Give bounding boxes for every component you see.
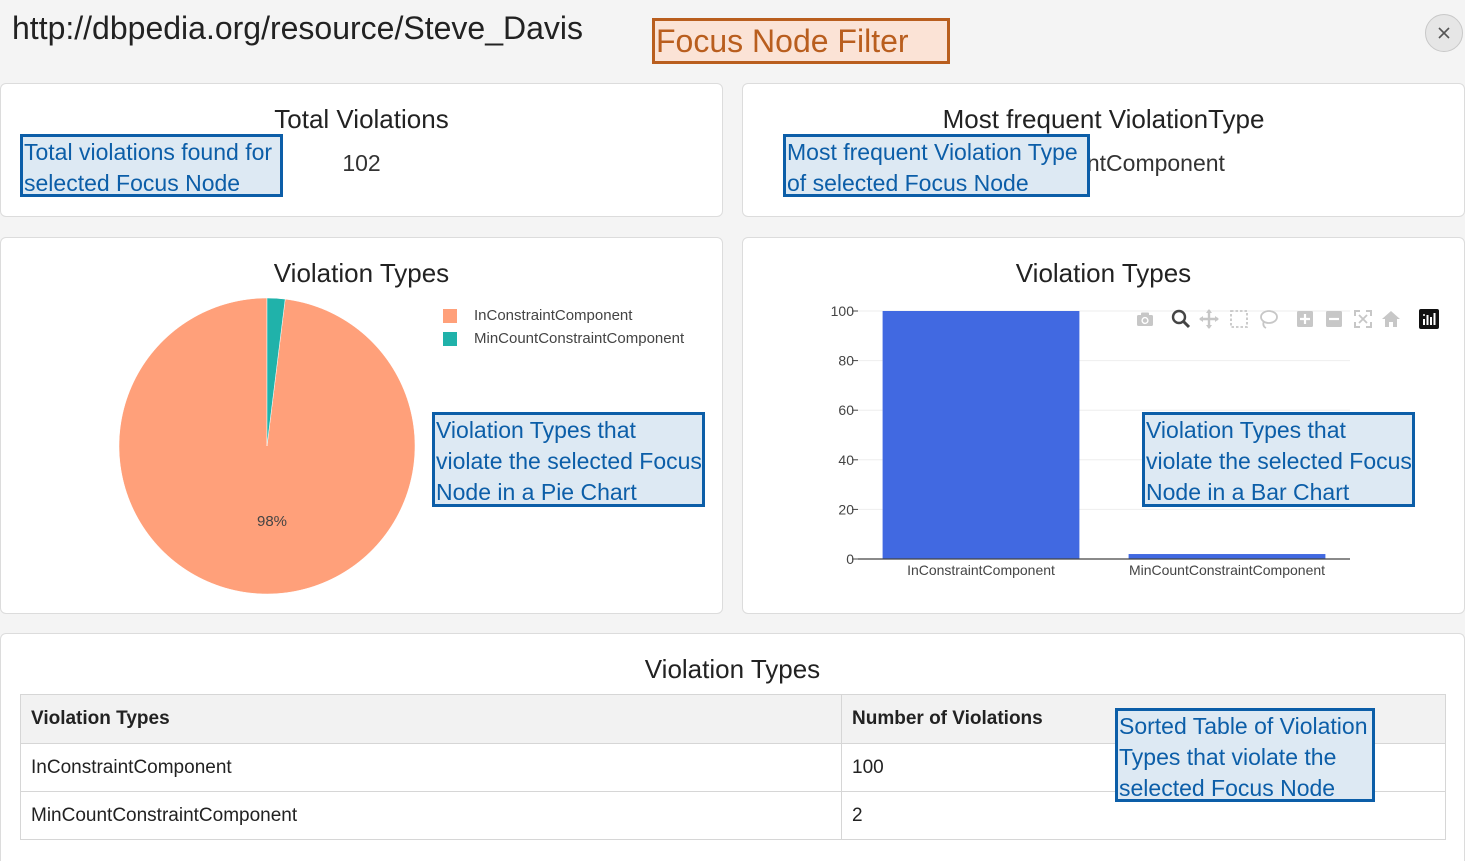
bar-in-constraint[interactable] [882, 311, 1080, 559]
legend-item-min-count[interactable]: MinCountConstraintComponent [443, 330, 684, 347]
total-violations-callout: Total violations found for selected Focu… [20, 134, 283, 197]
zoom-out-icon[interactable] [1323, 308, 1345, 330]
plotly-logo-icon[interactable] [1418, 308, 1440, 330]
lasso-select-icon[interactable] [1257, 308, 1279, 330]
table-cell-type: MinCountConstraintComponent [20, 791, 842, 840]
focus-node-filter-callout: Focus Node Filter [652, 18, 950, 64]
legend-swatch-min-count [443, 331, 457, 346]
reset-axes-icon[interactable] [1380, 308, 1402, 330]
box-select-icon[interactable] [1228, 308, 1250, 330]
table-callout: Sorted Table of Violation Types that vio… [1115, 708, 1375, 802]
total-violations-title: Total Violations [274, 104, 449, 134]
most-frequent-callout: Most frequent Violation Type of selected… [783, 134, 1090, 197]
column-header-violation-types[interactable]: Violation Types [20, 694, 842, 744]
close-icon [1438, 27, 1450, 39]
close-button[interactable] [1425, 14, 1463, 52]
pan-icon[interactable] [1198, 308, 1220, 330]
most-frequent-title: Most frequent ViolationType [942, 104, 1265, 134]
legend-label-min-count: MinCountConstraintComponent [474, 330, 685, 347]
page-title: http://dbpedia.org/resource/Steve_Davis [12, 10, 583, 46]
pie-chart-title: Violation Types [273, 258, 450, 288]
y-tick-label: 20 [838, 501, 854, 517]
pie-chart-callout: Violation Types that violate the selecte… [432, 412, 705, 507]
bar-chart-title: Violation Types [1015, 258, 1192, 288]
bar-chart-callout: Violation Types that violate the selecte… [1142, 412, 1415, 507]
y-tick-label: 80 [838, 353, 854, 369]
table-cell-type: InConstraintComponent [20, 743, 842, 792]
table-title: Violation Types [644, 654, 821, 684]
legend-label-in-constraint: InConstraintComponent [474, 307, 633, 324]
pie-slice-label: 98% [257, 513, 287, 530]
x-tick-label: InConstraintComponent [907, 562, 1055, 578]
bar-min-count[interactable] [1128, 554, 1326, 559]
y-tick-label: 40 [838, 452, 854, 468]
y-tick-label: 100 [831, 303, 855, 319]
focus-node-dialog: http://dbpedia.org/resource/Steve_Davis … [0, 0, 1465, 861]
pie-chart[interactable]: 98% [100, 290, 440, 610]
zoom-in-icon[interactable] [1294, 308, 1316, 330]
legend-swatch-in-constraint [443, 308, 457, 323]
autoscale-icon[interactable] [1352, 308, 1374, 330]
y-tick-label: 0 [846, 551, 854, 567]
y-tick-label: 60 [838, 402, 854, 418]
camera-icon[interactable] [1134, 308, 1156, 330]
zoom-icon[interactable] [1170, 308, 1192, 330]
x-tick-label: MinCountConstraintComponent [1129, 562, 1325, 578]
legend-item-in-constraint[interactable]: InConstraintComponent [443, 307, 632, 324]
